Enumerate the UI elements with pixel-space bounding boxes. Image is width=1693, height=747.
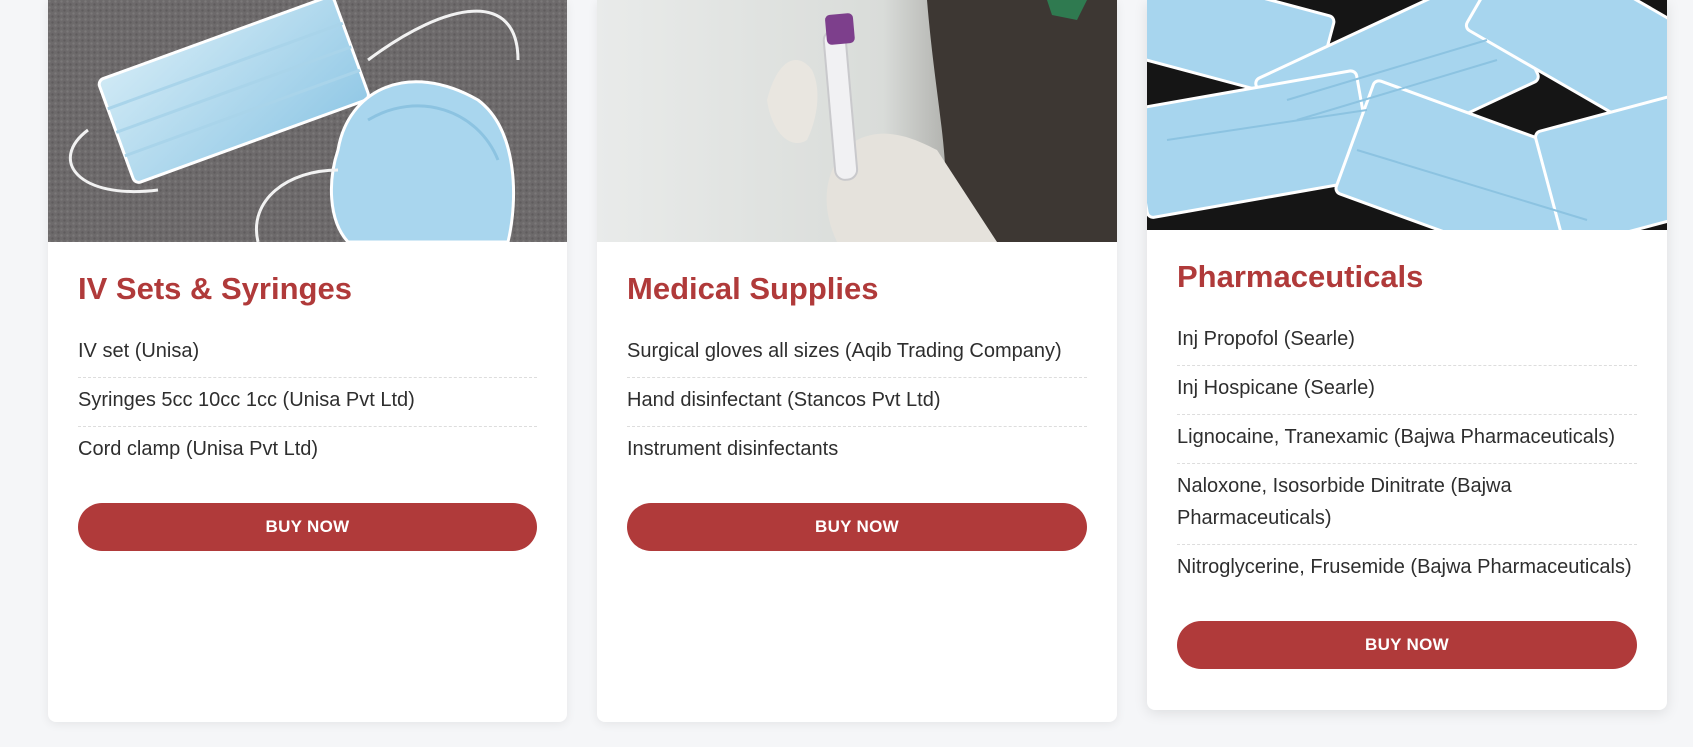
product-list: Surgical gloves all sizes (Aqib Trading … xyxy=(627,329,1087,475)
card-body: Pharmaceuticals Inj Propofol (Searle) In… xyxy=(1147,230,1667,670)
product-list: Inj Propofol (Searle) Inj Hospicane (Sea… xyxy=(1177,317,1637,593)
list-item: Surgical gloves all sizes (Aqib Trading … xyxy=(627,329,1087,379)
card-image-masks xyxy=(48,0,567,242)
list-item: Lignocaine, Tranexamic (Bajwa Pharmaceut… xyxy=(1177,415,1637,465)
list-item: IV set (Unisa) xyxy=(78,329,537,379)
buy-now-button[interactable]: BUY NOW xyxy=(1177,621,1637,670)
card-body: IV Sets & Syringes IV set (Unisa) Syring… xyxy=(48,242,567,552)
card-title: Pharmaceuticals xyxy=(1177,259,1424,294)
buy-now-button[interactable]: BUY NOW xyxy=(78,503,537,552)
buy-now-button[interactable]: BUY NOW xyxy=(627,503,1087,552)
card-image-test-tube xyxy=(597,0,1117,242)
product-card-iv-sets: IV Sets & Syringes IV set (Unisa) Syring… xyxy=(48,0,567,722)
list-item: Nitroglycerine, Frusemide (Bajwa Pharmac… xyxy=(1177,556,1632,579)
list-item: Cord clamp (Unisa Pvt Ltd) xyxy=(78,438,319,461)
product-cards-section: IV Sets & Syringes IV set (Unisa) Syring… xyxy=(0,0,1693,747)
card-image-mask-pile xyxy=(1147,0,1667,230)
list-item: Inj Propofol (Searle) xyxy=(1177,317,1637,367)
card-title: IV Sets & Syringes xyxy=(78,271,352,306)
list-item: Inj Hospicane (Searle) xyxy=(1177,366,1637,416)
list-item: Naloxone, Isosorbide Dinitrate (Bajwa Ph… xyxy=(1177,464,1637,546)
product-list: IV set (Unisa) Syringes 5cc 10cc 1cc (Un… xyxy=(78,329,537,475)
product-card-pharmaceuticals: Pharmaceuticals Inj Propofol (Searle) In… xyxy=(1147,0,1667,710)
card-body: Medical Supplies Surgical gloves all siz… xyxy=(597,242,1117,552)
list-item: Syringes 5cc 10cc 1cc (Unisa Pvt Ltd) xyxy=(78,378,537,428)
product-card-medical-supplies: Medical Supplies Surgical gloves all siz… xyxy=(597,0,1117,722)
list-item: Instrument disinfectants xyxy=(627,438,839,461)
list-item: Hand disinfectant (Stancos Pvt Ltd) xyxy=(627,378,1087,428)
card-title: Medical Supplies xyxy=(627,271,879,306)
